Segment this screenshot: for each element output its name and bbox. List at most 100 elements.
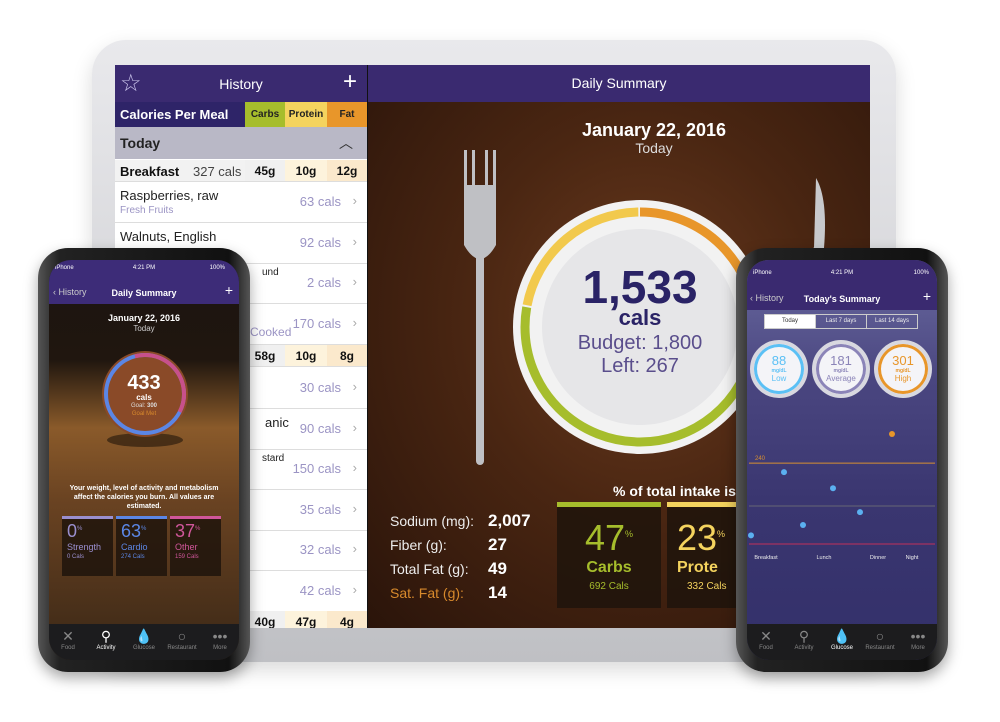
left-phone-screen: iPhone 4:21 PM 100% ‹ History Daily Summ… (49, 260, 239, 660)
meal-name: Breakfast (120, 164, 180, 179)
bicycle-icon: ⚲ (100, 628, 112, 644)
glucose-point (857, 509, 863, 516)
food-cals: 150 cals (292, 461, 341, 476)
intake-cals: 332 Cals (687, 581, 727, 592)
meal-protein: 10g (285, 160, 327, 181)
stat-label: Total Fat (g): (390, 561, 469, 577)
activity-name: Other (175, 542, 198, 552)
chevron-right-icon[interactable]: › (353, 234, 357, 249)
meal-carbs: 58g (245, 345, 285, 366)
food-cals: 92 cals (299, 235, 341, 250)
section-today[interactable]: Today ︿ (115, 127, 367, 159)
stat-value: 27 (488, 535, 507, 554)
tab-activity[interactable]: ⚲ Activity (785, 627, 823, 660)
food-cals: 170 cals (292, 316, 341, 331)
x-axis-label: Dinner (870, 555, 886, 561)
glucose-point (781, 469, 787, 476)
activity-cals: 0 Cals (67, 554, 85, 560)
activity-name: Strength (67, 542, 102, 552)
protein-column: Protein (285, 102, 327, 127)
intake-name: Prote (677, 559, 718, 576)
food-cals: 2 cals (307, 275, 341, 290)
tab-food[interactable]: ✕ Food (49, 627, 87, 660)
food-cals: 32 cals (299, 542, 341, 557)
tab-restaurant[interactable]: ○ Restaurant (861, 627, 899, 660)
column-title: Calories Per Meal (120, 107, 229, 122)
food-item-row[interactable]: Raspberries, raw Fresh Fruits 63 cals › (115, 182, 367, 223)
bicycle-icon: ⚲ (798, 628, 810, 644)
tab-more[interactable]: ••• More (201, 627, 239, 660)
percent-sign: % (77, 526, 83, 532)
tab-more[interactable]: ••• More (899, 627, 937, 660)
tab-label: More (911, 645, 925, 651)
activity-name: Cardio (121, 542, 148, 552)
meal-fat: 12g (327, 160, 367, 181)
food-name: stard (262, 453, 285, 464)
food-cals: 90 cals (299, 421, 341, 436)
tab-label: Food (61, 645, 75, 651)
tab-activity[interactable]: ⚲ Activity (87, 627, 125, 660)
section-title: Today (120, 135, 161, 151)
tab-label: Activity (794, 645, 814, 651)
stat-label: Sat. Fat (g): (390, 585, 464, 601)
food-name: Walnuts, English (120, 229, 217, 244)
meal-cals: 327 cals (193, 164, 242, 179)
chevron-right-icon[interactable]: › (353, 582, 357, 597)
chevron-right-icon[interactable]: › (353, 193, 357, 208)
intake-cals: 692 Cals (589, 581, 629, 592)
percent-sign: % (717, 529, 726, 539)
fork-knife-icon: ✕ (62, 628, 74, 644)
cals-label: cals (136, 393, 152, 402)
tab-food[interactable]: ✕ Food (747, 627, 785, 660)
chevron-right-icon[interactable]: › (353, 420, 357, 435)
tab-label: Glucose (132, 645, 155, 651)
tab-label: Activity (96, 645, 116, 651)
percent-sign: % (625, 529, 634, 539)
plate-icon: ○ (177, 628, 187, 644)
food-name: Raspberries, raw (120, 188, 219, 203)
glucose-chart: 240 Breakfast Lunch Dinner Night (748, 431, 935, 561)
meal-carbs: 40g (245, 611, 285, 628)
glucose-point (830, 485, 836, 492)
x-axis-label: Lunch (817, 555, 832, 561)
goal-status: Goal Met (131, 411, 157, 417)
glucose-point (748, 532, 754, 539)
percent-sign: % (141, 526, 147, 532)
tab-label: Restaurant (865, 645, 895, 651)
glucose-point (800, 521, 806, 528)
meal-fat: 4g (327, 611, 367, 628)
tab-restaurant[interactable]: ○ Restaurant (163, 627, 201, 660)
stat-value: 14 (488, 583, 507, 602)
activity-percent: 0 (67, 521, 78, 541)
left-phone: iPhone 4:21 PM 100% ‹ History Daily Summ… (38, 248, 250, 672)
chevron-right-icon[interactable]: › (353, 379, 357, 394)
history-header: ☆ History + (115, 65, 367, 102)
right-phone-screen: iPhone 4:21 PM 100% ‹ History Today's Su… (747, 260, 937, 660)
activity-percent: 63 (121, 521, 142, 541)
chevron-right-icon[interactable]: › (353, 274, 357, 289)
food-name: und (262, 267, 279, 278)
percent-sign: % (195, 526, 201, 532)
food-name: anic (265, 415, 289, 430)
fork-knife-icon: ✕ (760, 628, 772, 644)
chevron-right-icon[interactable]: › (353, 501, 357, 516)
glucose-point (889, 431, 895, 438)
meal-protein: 47g (285, 611, 327, 628)
food-cals: 42 cals (299, 583, 341, 598)
tab-glucose[interactable]: 💧 Glucose (823, 627, 861, 660)
chevron-right-icon[interactable]: › (353, 541, 357, 556)
activity-box: 0% Strength 0 Cals (62, 516, 113, 576)
plus-icon[interactable]: + (343, 68, 357, 96)
food-cals: 30 cals (299, 380, 341, 395)
intake-title: % of total intake is (613, 483, 736, 499)
meal-row[interactable]: Breakfast 327 cals 45g 10g 12g (115, 160, 367, 182)
drop-icon: 💧 (833, 628, 851, 644)
tab-glucose[interactable]: 💧 Glucose (125, 627, 163, 660)
intake-box: 47% Carbs 692 Cals (557, 502, 661, 608)
activity-box: 63% Cardio 274 Cals (116, 516, 167, 576)
intake-box: 23% Prote 332 Cals (667, 502, 737, 608)
summary-day: Today (635, 140, 673, 156)
chevron-up-icon[interactable]: ︿ (339, 133, 353, 153)
chevron-right-icon[interactable]: › (353, 315, 357, 330)
chevron-right-icon[interactable]: › (353, 460, 357, 475)
